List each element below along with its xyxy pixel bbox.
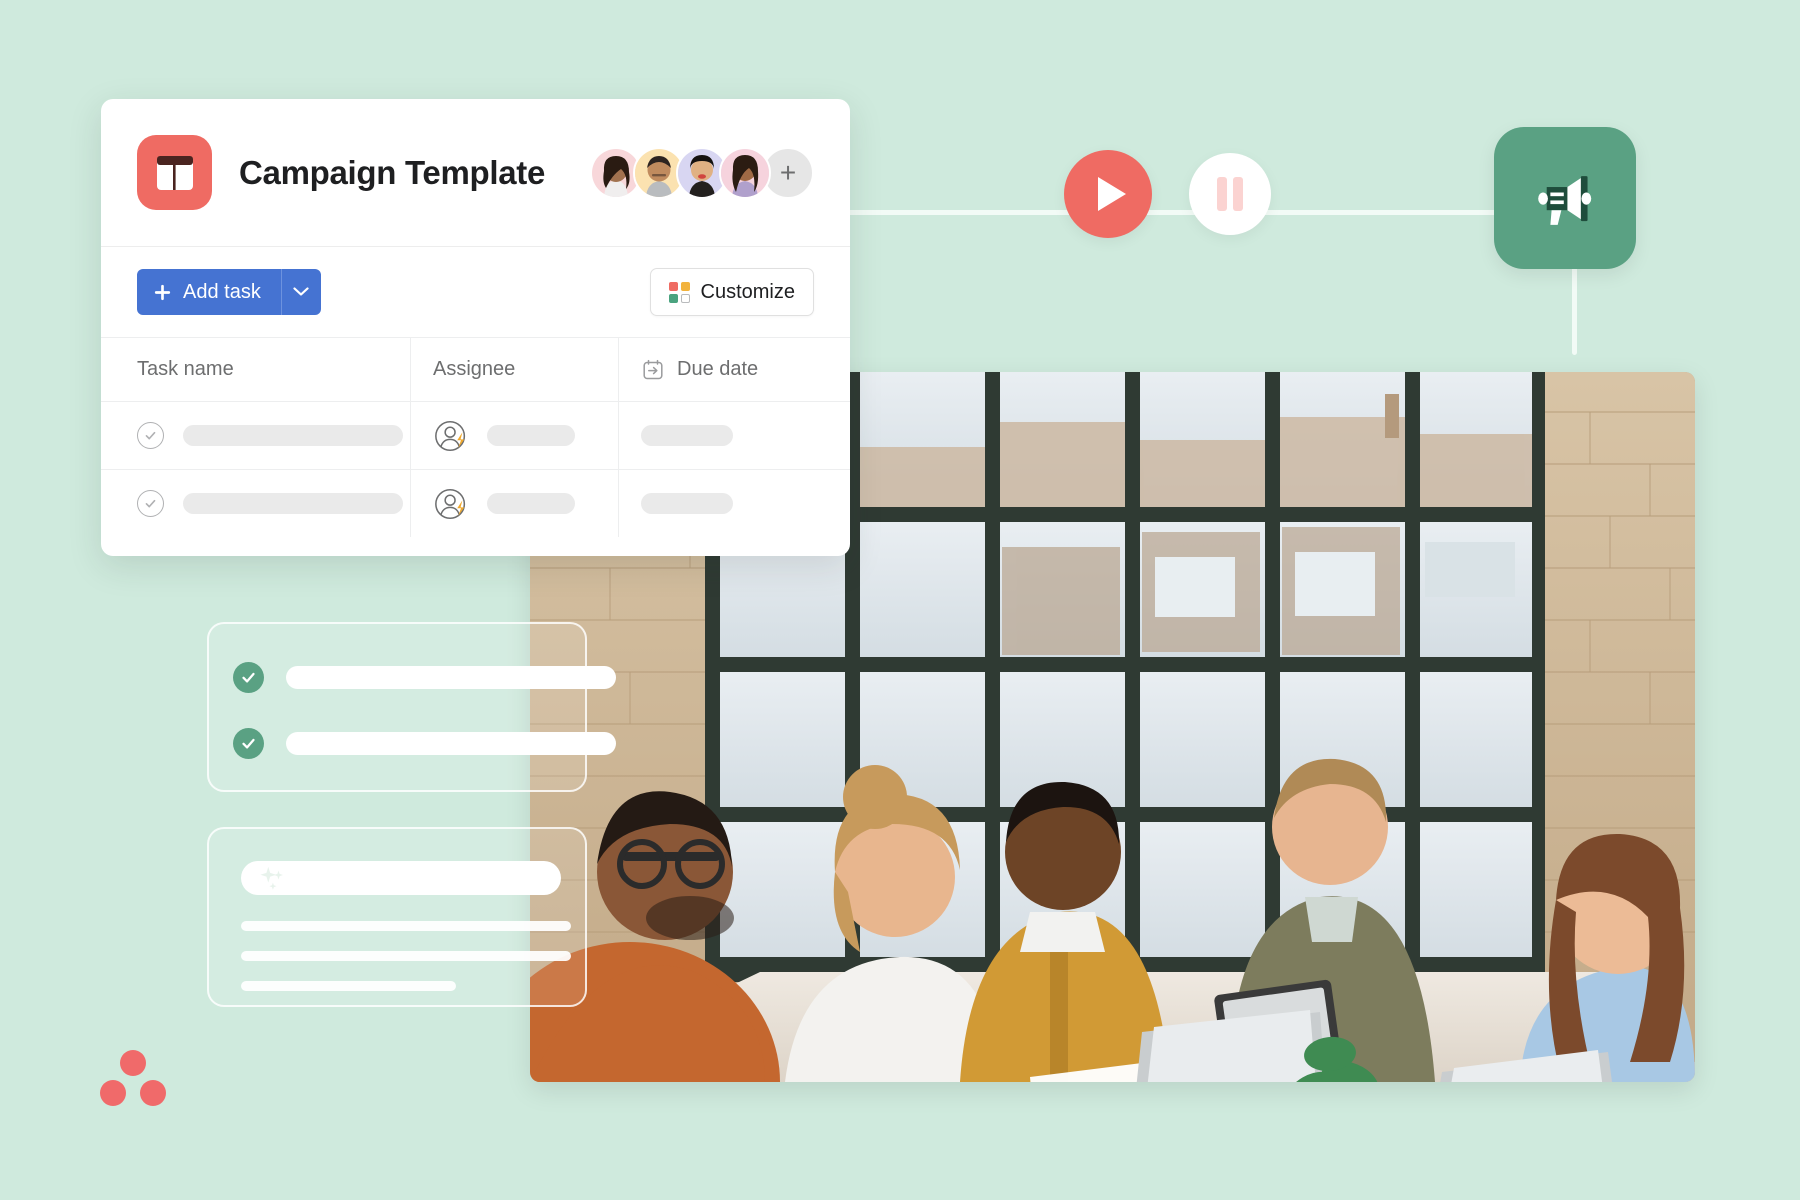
check-filled-icon — [233, 728, 264, 759]
logo-dot-bottom-right — [140, 1080, 166, 1106]
add-task-label: Add task — [183, 280, 261, 303]
page-title: Campaign Template — [239, 153, 546, 191]
play-icon — [1098, 177, 1126, 211]
pause-icon-bar-left — [1217, 177, 1227, 211]
project-card-header: Campaign Template + — [101, 99, 850, 247]
project-card: Campaign Template + Add task Customize T… — [101, 99, 850, 556]
customize-swatch-icon — [668, 281, 690, 303]
assignee-placeholder — [487, 425, 575, 446]
check-circle-icon[interactable] — [137, 490, 164, 517]
column-header-due-date[interactable]: Due date — [619, 338, 850, 401]
table-header-row: Task name Assignee Due date — [101, 337, 850, 401]
sparkles-icon — [260, 866, 283, 890]
calendar-arrow-icon — [643, 359, 663, 379]
due-date-cell[interactable] — [619, 402, 850, 469]
swatch-orange — [680, 281, 690, 291]
project-board-icon — [137, 135, 212, 210]
swatch-red — [668, 281, 678, 291]
megaphone-tile[interactable] — [1494, 127, 1636, 269]
ghost-text-bar — [286, 732, 616, 755]
pause-icon-bar-right — [1233, 177, 1243, 211]
check-circle-icon[interactable] — [137, 422, 164, 449]
customize-button[interactable]: Customize — [649, 268, 814, 316]
due-date-cell[interactable] — [619, 470, 850, 537]
logo-dot-bottom-left — [100, 1080, 126, 1106]
table-row[interactable] — [101, 401, 850, 469]
ai-suggestion-card — [207, 827, 587, 1007]
assignee-lightning-icon[interactable] — [433, 417, 471, 455]
swatch-empty — [680, 293, 690, 303]
member-avatar-4[interactable] — [719, 146, 771, 199]
plus-icon — [154, 284, 171, 300]
play-button[interactable] — [1064, 150, 1152, 238]
ai-suggestion-pill — [241, 861, 561, 895]
completed-checklist-card — [207, 622, 616, 792]
assignee-lightning-icon[interactable] — [433, 485, 471, 523]
assignee-placeholder — [487, 493, 575, 514]
member-avatar-group: + — [590, 146, 814, 199]
add-task-group: Add task — [137, 269, 321, 315]
task-name-cell[interactable] — [101, 402, 411, 469]
ghost-line — [241, 921, 571, 931]
swatch-green — [668, 293, 678, 303]
assignee-cell[interactable] — [411, 402, 619, 469]
due-date-placeholder — [641, 425, 733, 446]
table-row[interactable] — [101, 469, 850, 537]
column-header-assignee[interactable]: Assignee — [411, 338, 619, 401]
ghost-line — [241, 981, 456, 991]
assignee-cell[interactable] — [411, 470, 619, 537]
project-card-toolbar: Add task Customize — [101, 247, 850, 337]
ghost-line — [241, 951, 571, 961]
due-date-placeholder — [641, 493, 733, 514]
task-name-placeholder — [183, 493, 403, 514]
logo-dot-top — [120, 1050, 146, 1076]
task-table: Task name Assignee Due date — [101, 337, 850, 537]
ghost-text-bar — [286, 666, 616, 689]
asana-logo — [100, 1050, 166, 1108]
add-task-dropdown-button[interactable] — [280, 269, 321, 315]
column-header-task-name[interactable]: Task name — [101, 338, 411, 401]
add-task-button[interactable]: Add task — [137, 269, 281, 315]
megaphone-icon — [1538, 176, 1592, 225]
task-name-cell[interactable] — [101, 470, 411, 537]
chevron-down-icon — [293, 287, 309, 296]
ghost-list-item — [233, 662, 616, 693]
task-name-placeholder — [183, 425, 403, 446]
customize-label: Customize — [700, 280, 795, 303]
pause-button[interactable] — [1189, 153, 1271, 235]
check-filled-icon — [233, 662, 264, 693]
ghost-list-item — [233, 728, 616, 759]
